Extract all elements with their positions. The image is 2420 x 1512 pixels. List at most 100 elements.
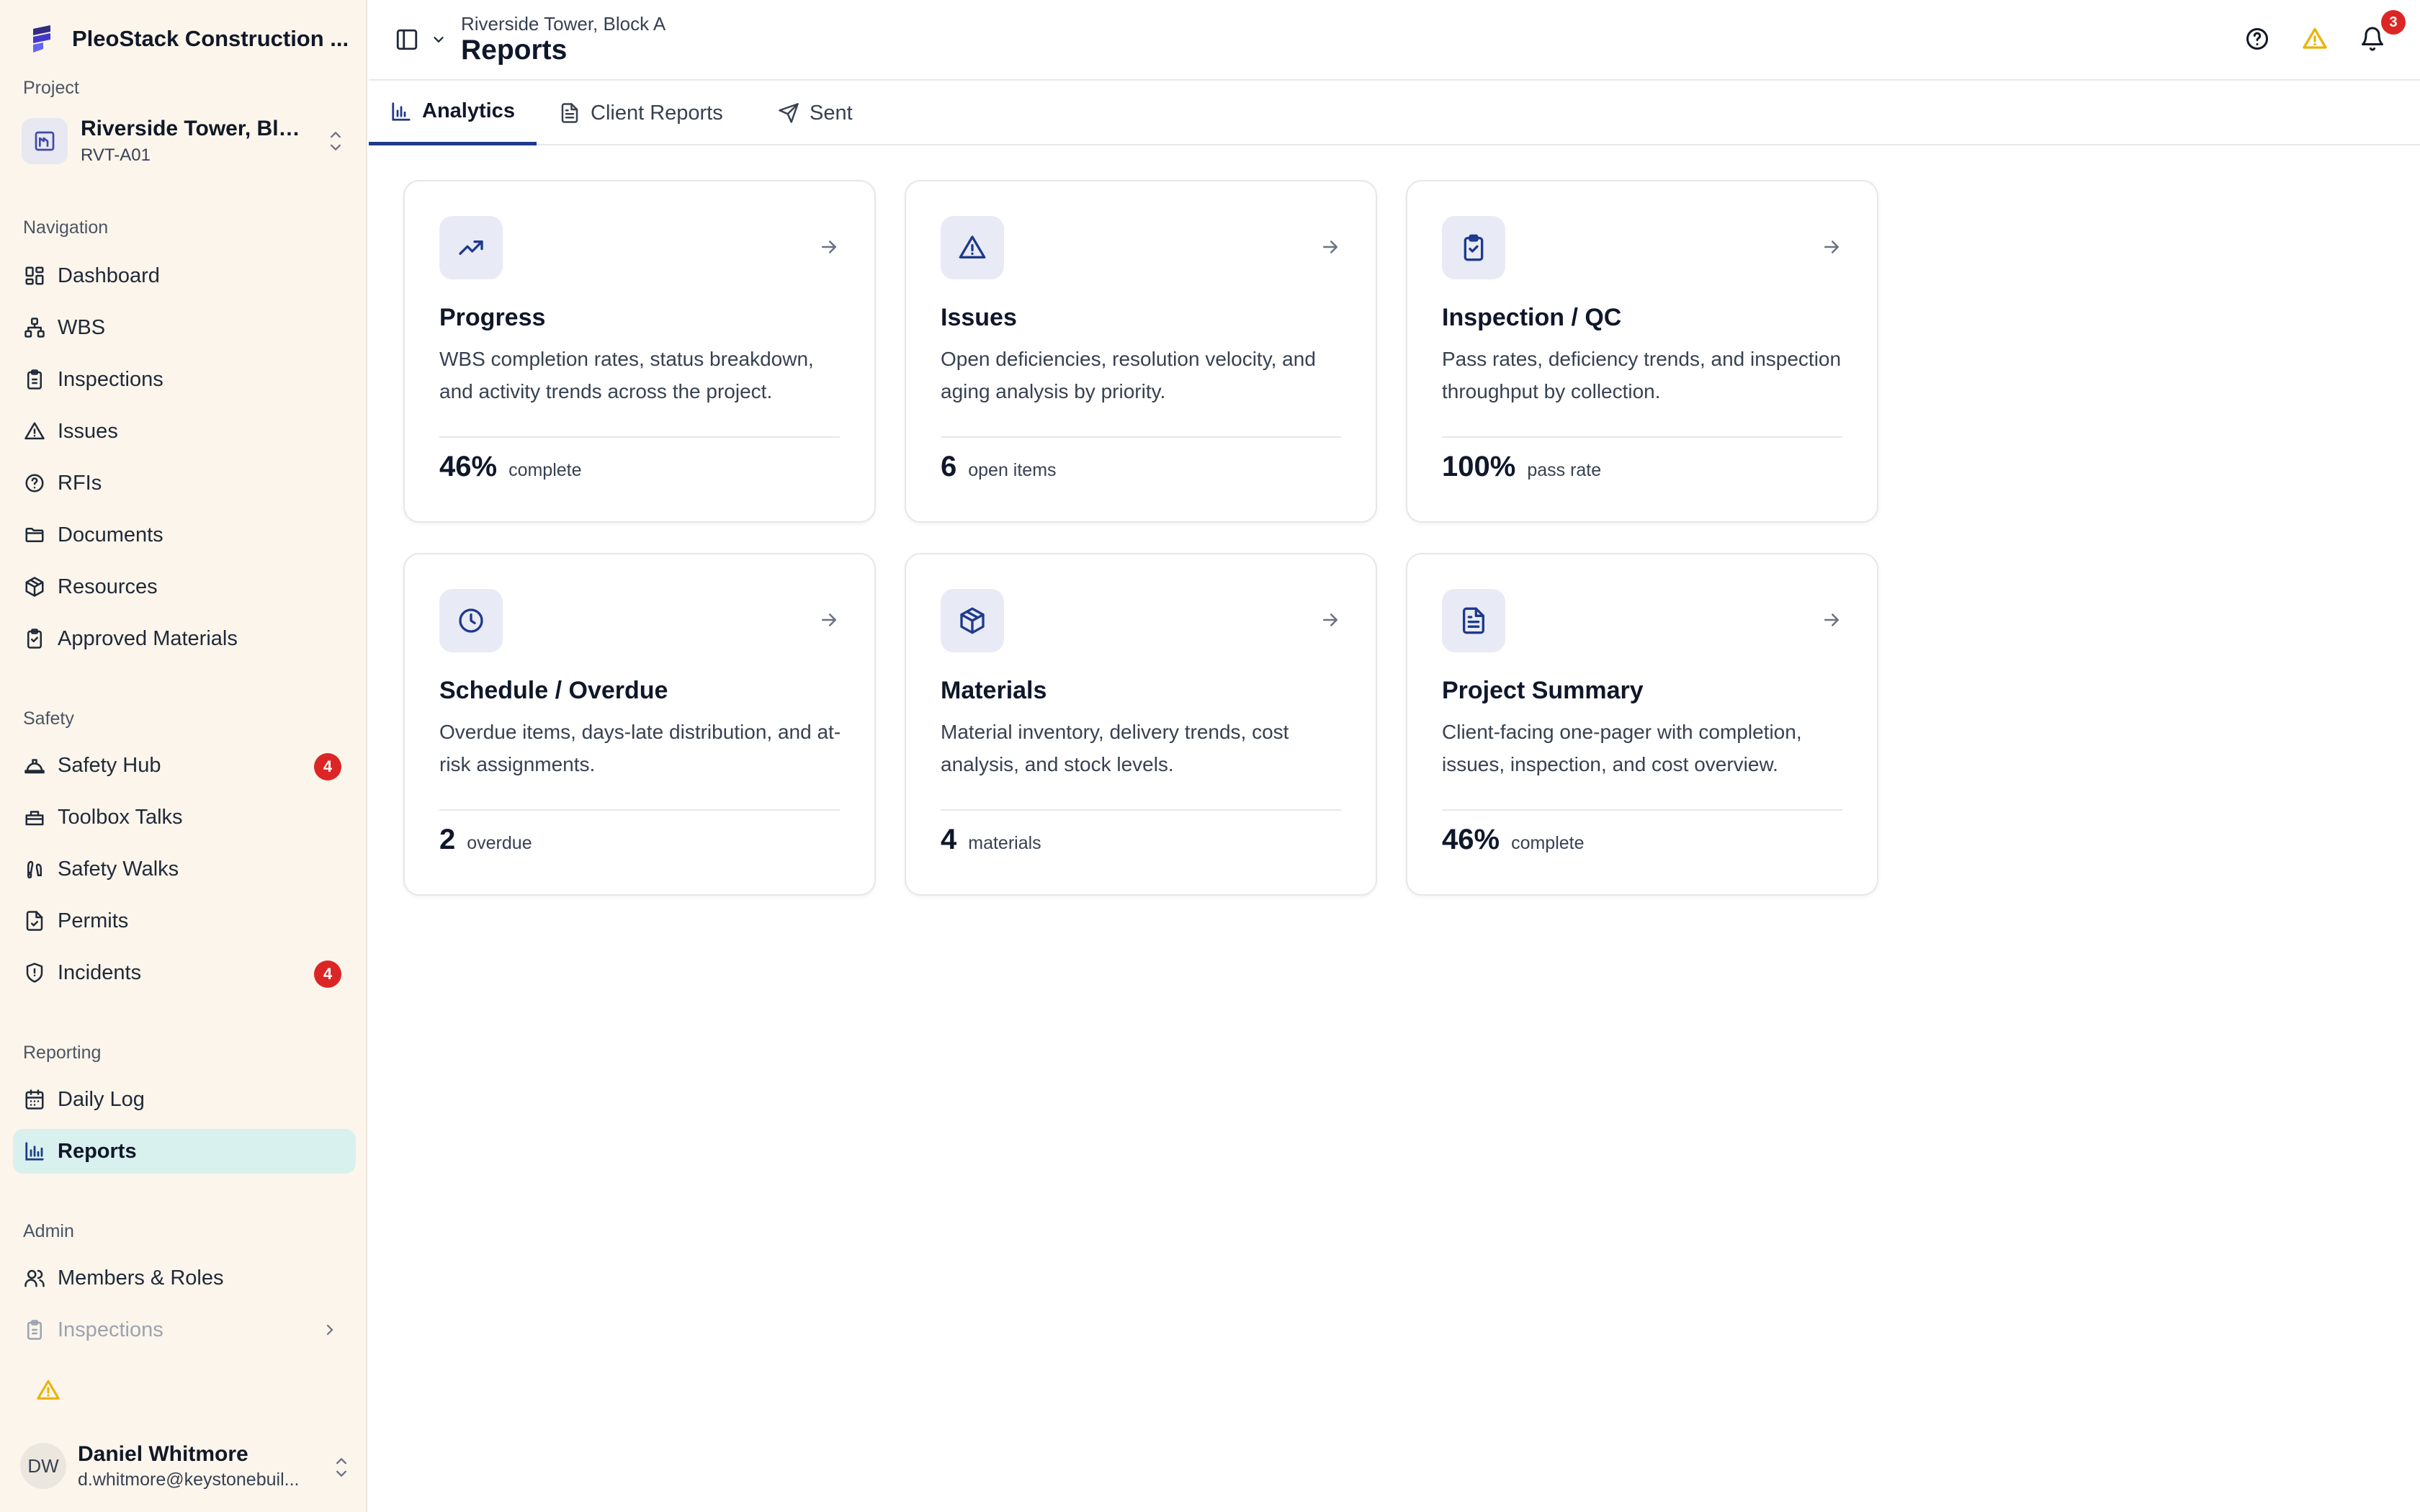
report-card-schedule-overdue[interactable]: Schedule / Overdue Overdue items, days-l…	[403, 553, 876, 896]
user-menu[interactable]: DW Daniel Whitmore d.whitmore@keystonebu…	[20, 1439, 359, 1493]
warning-icon[interactable]	[2302, 26, 2328, 52]
breadcrumb[interactable]: Riverside Tower, Block A	[461, 13, 666, 35]
chevron-down-icon[interactable]	[431, 32, 447, 48]
nav-item-label: WBS	[58, 315, 106, 339]
card-stat-value: 4	[941, 824, 957, 855]
report-tabs: Analytics Client Reports Sent	[369, 81, 2420, 145]
nav-item-dashboard[interactable]: Dashboard	[13, 253, 356, 298]
project-selector[interactable]: Riverside Tower, Bloc... RVT-A01	[22, 114, 353, 168]
nav-item-wbs[interactable]: WBS	[13, 305, 356, 350]
card-divider	[439, 436, 840, 438]
nav-item-label: Daily Log	[58, 1087, 145, 1111]
card-title: Schedule / Overdue	[439, 677, 668, 704]
sidebar-toggle-icon[interactable]	[395, 27, 419, 52]
nav-item-incidents[interactable]: Incidents 4	[13, 950, 356, 995]
nav-item-issues[interactable]: Issues	[13, 409, 356, 454]
nav-item-daily-log[interactable]: Daily Log	[13, 1077, 356, 1122]
card-description: Client-facing one-pager with completion,…	[1442, 721, 1802, 775]
card-stat-unit: pass rate	[1527, 460, 1602, 480]
card-title: Inspection / QC	[1442, 304, 1622, 331]
card-divider	[1442, 809, 1842, 811]
report-card-inspection-qc[interactable]: Inspection / QC Pass rates, deficiency t…	[1406, 180, 1878, 523]
nav-item-reports[interactable]: Reports	[13, 1129, 356, 1174]
arrow-right-icon	[1824, 613, 1839, 626]
top-header: Riverside Tower, Block A Reports 3	[369, 0, 2420, 81]
nav-item-label: Inspections	[58, 367, 163, 391]
nav-item-inspections[interactable]: Inspections	[13, 357, 356, 402]
help-icon[interactable]	[2244, 26, 2270, 52]
report-card-progress[interactable]: Progress WBS completion rates, status br…	[403, 180, 876, 523]
card-stat-value: 46%	[439, 451, 498, 482]
nav-item-safety-hub[interactable]: Safety Hub 4	[13, 743, 356, 788]
card-divider	[941, 809, 1341, 811]
question-icon	[23, 472, 46, 495]
card-stat-value: 46%	[1442, 824, 1500, 855]
arrow-right-icon	[822, 613, 836, 626]
avatar: DW	[20, 1443, 66, 1489]
card-divider	[439, 809, 840, 811]
card-stat-unit: open items	[968, 460, 1057, 480]
safety-hub-badge: 4	[314, 753, 341, 780]
nav-item-admin-inspections[interactable]: Inspections	[13, 1308, 356, 1352]
nav-item-rfis[interactable]: RFIs	[13, 461, 356, 505]
arrow-right-icon	[1323, 613, 1337, 626]
org-logo-icon	[33, 25, 50, 53]
nav-item-resources[interactable]: Resources	[13, 564, 356, 609]
nav-item-label: Incidents	[58, 960, 142, 984]
card-title: Issues	[941, 304, 1017, 331]
bell-icon[interactable]	[2360, 26, 2385, 52]
chevrons-up-down-icon	[336, 1458, 346, 1477]
warning-icon	[941, 216, 1004, 279]
card-stat: 100% pass rate	[1442, 451, 1601, 483]
tab-sent[interactable]: Sent	[756, 81, 874, 145]
project-name: Riverside Tower, Bloc...	[81, 117, 304, 140]
nav-item-safety-walks[interactable]: Safety Walks	[13, 847, 356, 891]
warning-icon[interactable]	[36, 1378, 60, 1403]
nav-item-label: Members & Roles	[58, 1266, 224, 1290]
card-stat-unit: materials	[968, 833, 1041, 853]
report-card-project-summary[interactable]: Project Summary Client-facing one-pager …	[1406, 553, 1878, 896]
shield-icon	[23, 961, 46, 984]
hard-hat-icon	[23, 754, 46, 777]
trending-up-icon	[439, 216, 503, 279]
report-card-materials[interactable]: Materials Material inventory, delivery t…	[905, 553, 1377, 896]
card-stat-unit: overdue	[467, 833, 532, 853]
nav-item-label: Toolbox Talks	[58, 805, 183, 829]
user-name: Daniel Whitmore	[78, 1441, 248, 1466]
clipboard-check-icon	[23, 627, 46, 650]
tab-label: Sent	[810, 101, 853, 125]
send-icon	[779, 103, 799, 123]
report-card-issues[interactable]: Issues Open deficiencies, resolution vel…	[905, 180, 1377, 523]
clipboard-icon	[23, 1318, 46, 1341]
card-stat: 4 materials	[941, 824, 1041, 856]
main-content: Riverside Tower, Block A Reports 3 Analy…	[369, 0, 2420, 1512]
chevrons-up-down-icon	[331, 132, 341, 150]
tab-client-reports[interactable]: Client Reports	[537, 81, 745, 145]
tab-analytics[interactable]: Analytics	[369, 81, 537, 145]
toolbox-icon	[23, 806, 46, 829]
nav-item-label: Issues	[58, 419, 118, 443]
file-check-icon	[23, 909, 46, 932]
reporting-section-label: Reporting	[23, 1043, 102, 1063]
card-stat: 46% complete	[439, 451, 582, 483]
nav-item-permits[interactable]: Permits	[13, 899, 356, 943]
nav-item-label: Safety Walks	[58, 857, 179, 881]
nav-item-documents[interactable]: Documents	[13, 513, 356, 557]
nav-item-members-roles[interactable]: Members & Roles	[13, 1256, 356, 1300]
nav-item-label: Permits	[58, 909, 129, 932]
card-stat-value: 2	[439, 824, 456, 855]
nav-item-label: Reports	[58, 1139, 137, 1163]
page-title: Reports	[461, 35, 568, 66]
org-switcher[interactable]: PleoStack Construction ...	[26, 22, 350, 56]
sidebar: PleoStack Construction ... Project River…	[0, 0, 367, 1512]
nav-item-approved-materials[interactable]: Approved Materials	[13, 616, 356, 661]
card-description: Material inventory, delivery trends, cos…	[941, 721, 1289, 775]
navigation-section-label: Navigation	[23, 217, 109, 238]
nav-item-label: Dashboard	[58, 264, 160, 287]
warning-icon	[23, 420, 46, 443]
package-icon	[941, 589, 1004, 652]
building-icon	[22, 118, 68, 164]
card-description: Overdue items, days-late distribution, a…	[439, 721, 841, 775]
user-email: d.whitmore@keystonebuil...	[78, 1469, 300, 1490]
nav-item-toolbox-talks[interactable]: Toolbox Talks	[13, 795, 356, 840]
